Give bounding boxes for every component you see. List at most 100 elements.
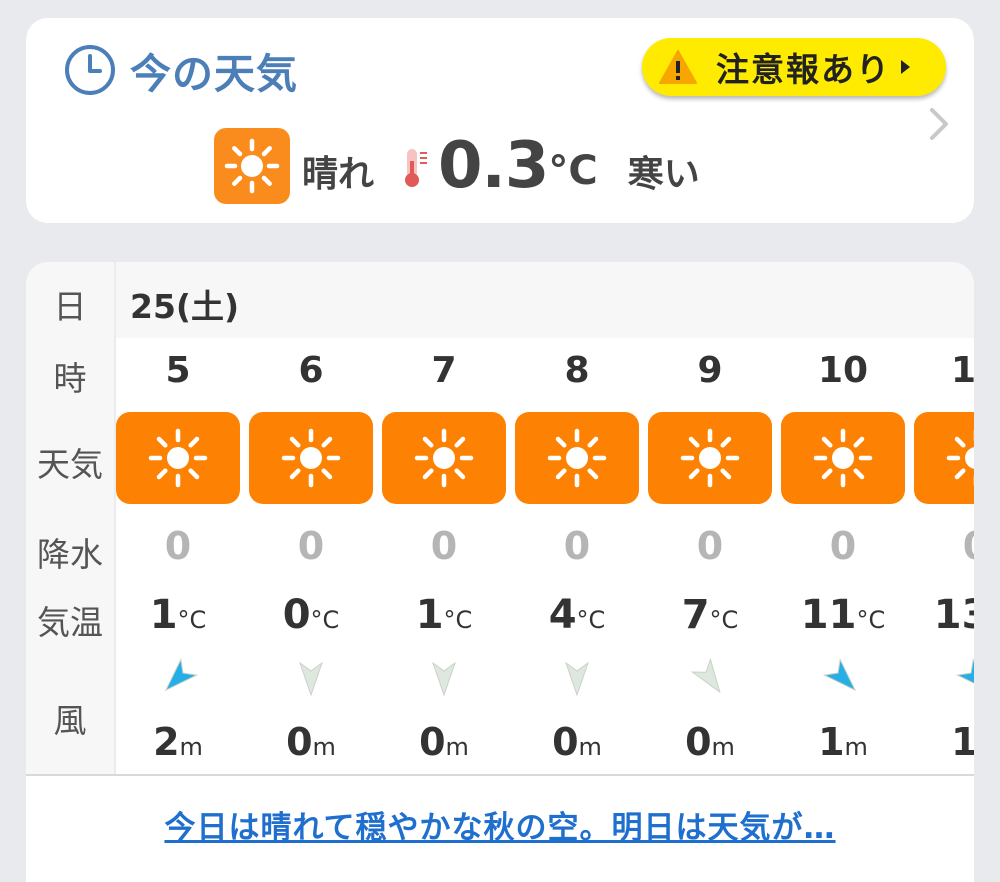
hour-wind-speed: 0 — [419, 720, 446, 764]
hour-column: 10 0 11°C 1m — [779, 262, 907, 774]
hour-label: 5 — [165, 350, 191, 391]
hour-label: 6 — [298, 350, 324, 391]
hour-precip: 0 — [297, 524, 325, 568]
hour-column: 8 0 4°C 0m — [513, 262, 641, 774]
hour-weather-icon-box — [914, 412, 974, 504]
label-day: 日 — [53, 287, 87, 326]
wind-direction-icon — [823, 658, 857, 692]
sun-icon — [281, 428, 341, 488]
hourly-columns[interactable]: 5 0 1°C 2m 6 0 0°C 0m 7 0 1°C 0m 8 0 4°C 0m 9 0 7°C 0m 10 0 11… — [114, 262, 974, 774]
sun-icon — [414, 428, 474, 488]
weather-summary-link[interactable]: 今日は晴れて穏やかな秋の空。明日は天気が… — [26, 802, 974, 847]
hour-precip: 0 — [912, 524, 974, 568]
hour-wind: 0m — [380, 720, 508, 764]
label-temp: 気温 — [37, 603, 103, 642]
hour-wind-speed: 0 — [685, 720, 712, 764]
hour-label: 9 — [697, 350, 723, 391]
hour-precip: 0 — [563, 524, 591, 568]
hour-wind-unit: m — [312, 733, 336, 761]
hour-temp-unit: °C — [177, 606, 207, 634]
caret-right-icon — [901, 60, 910, 74]
hour-weather-icon-box — [116, 412, 240, 504]
hour-column: 7 0 1°C 0m — [380, 262, 508, 774]
hour-temp: 1°C — [380, 592, 508, 638]
label-precip: 降水 — [37, 535, 103, 574]
hour-weather-icon-box — [781, 412, 905, 504]
current-temperature-unit: °C — [548, 148, 598, 194]
hour-temp-value: 0 — [282, 592, 311, 638]
hourly-forecast-card: 日 時 天気 降水 気温 風 25(土) 5 0 1°C 2m 6 0 0°C 0m 7 0 1°C… — [26, 262, 974, 882]
current-weather-title: 今の天気 — [130, 50, 298, 98]
hour-column: 5 0 1°C 2m — [114, 262, 242, 774]
hour-weather-icon-box — [648, 412, 772, 504]
label-weather: 天気 — [37, 445, 103, 484]
hour-weather-icon-box — [249, 412, 373, 504]
hour-wind-speed: 1 — [951, 720, 974, 764]
wind-direction-icon — [432, 661, 456, 697]
label-hour: 時 — [53, 359, 87, 398]
hour-temp: 0°C — [247, 592, 375, 638]
hour-label: 7 — [431, 350, 457, 391]
label-wind: 風 — [53, 701, 87, 740]
hour-wind: 0m — [247, 720, 375, 764]
hour-column: 9 0 7°C 0m — [646, 262, 774, 774]
alert-button[interactable]: 注意報あり — [642, 38, 946, 96]
sun-icon — [547, 428, 607, 488]
wind-direction-icon — [164, 658, 198, 692]
wind-direction-icon — [565, 661, 589, 697]
hour-weather-icon-box — [382, 412, 506, 504]
divider — [26, 774, 974, 776]
hour-temp: 1°C — [114, 592, 242, 638]
current-weather-header: 今の天気 — [64, 44, 298, 98]
hour-precip: 0 — [829, 524, 857, 568]
sun-icon — [813, 428, 873, 488]
wind-direction-icon — [299, 661, 323, 697]
current-weather-card[interactable]: 今の天気 注意報あり 晴れ 0.3 °C 寒い — [26, 18, 974, 223]
sun-icon — [224, 138, 280, 194]
hour-wind-speed: 2 — [153, 720, 180, 764]
sun-icon — [680, 428, 740, 488]
hour-label: 11 — [950, 350, 974, 391]
hour-temp: 11°C — [779, 592, 907, 638]
wind-direction-icon — [690, 658, 721, 694]
hour-temp-unit: °C — [576, 606, 606, 634]
hour-label: 10 — [817, 350, 869, 391]
hour-wind: 0m — [646, 720, 774, 764]
hour-temp-value: 7 — [681, 592, 710, 638]
hour-wind-speed: 0 — [286, 720, 313, 764]
hour-wind-unit: m — [179, 733, 203, 761]
hour-wind-unit: m — [711, 733, 735, 761]
hour-wind-unit: m — [844, 733, 868, 761]
hour-precip: 0 — [696, 524, 724, 568]
clock-icon — [65, 45, 115, 95]
current-conditions: 晴れ 0.3 °C 寒い — [214, 128, 700, 204]
hour-temp-value: 1 — [149, 592, 178, 638]
alert-label: 注意報あり — [716, 50, 891, 89]
current-condition-text: 晴れ — [302, 154, 375, 195]
hour-wind: 2m — [114, 720, 242, 764]
hour-label: 8 — [564, 350, 590, 391]
hour-temp-unit: °C — [443, 606, 473, 634]
current-feel-text: 寒い — [627, 154, 700, 195]
hour-precip: 0 — [430, 524, 458, 568]
hour-temp-value: 1 — [415, 592, 444, 638]
hour-temp: 4°C — [513, 592, 641, 638]
hour-temp-value: 11 — [800, 592, 857, 638]
thermometer-icon — [405, 149, 428, 187]
chevron-right-icon[interactable] — [926, 104, 952, 144]
hour-wind-unit: m — [445, 733, 469, 761]
sun-icon — [148, 428, 208, 488]
hour-wind-speed: 0 — [552, 720, 579, 764]
row-labels: 日 時 天気 降水 気温 風 — [26, 262, 116, 774]
hour-wind: 1m — [912, 720, 974, 764]
hour-temp: 7°C — [646, 592, 774, 638]
hour-temp: 13°C — [912, 592, 974, 638]
current-weather-icon-box — [214, 128, 290, 204]
hour-column: 6 0 0°C 0m — [247, 262, 375, 774]
hour-wind: 1m — [779, 720, 907, 764]
hour-temp-unit: °C — [856, 606, 886, 634]
hour-temp-unit: °C — [310, 606, 340, 634]
warning-icon — [659, 50, 697, 84]
hour-weather-icon-box — [515, 412, 639, 504]
hour-wind-speed: 1 — [818, 720, 845, 764]
